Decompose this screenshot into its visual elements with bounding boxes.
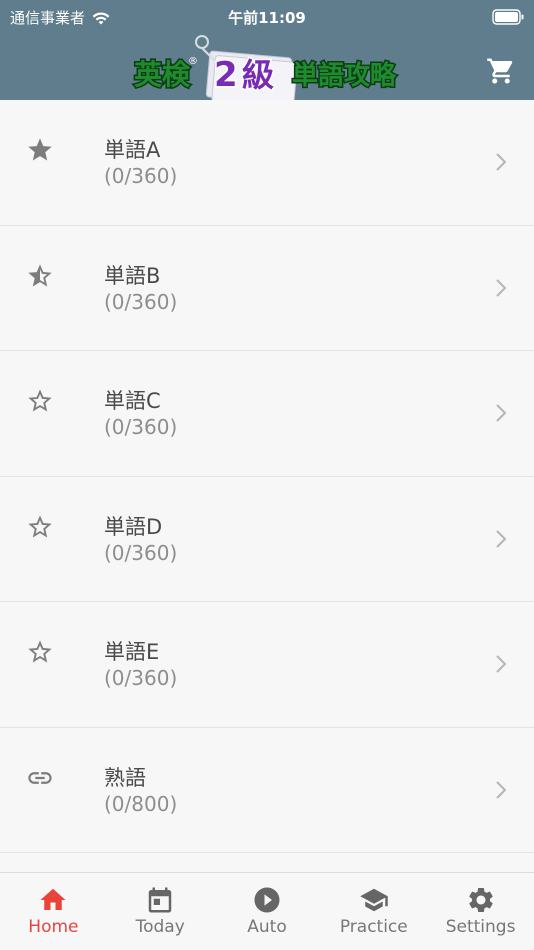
- item-title: 熟語: [104, 765, 146, 790]
- logo-grade-kyu: 級: [242, 56, 274, 94]
- item-progress: (0/360): [104, 164, 178, 188]
- status-bar: 通信事業者 午前11:09: [0, 0, 534, 34]
- chevron-right-icon: [496, 153, 507, 171]
- item-title: 単語A: [104, 138, 161, 162]
- chevron-right-icon: [496, 529, 507, 548]
- item-progress: (0/360): [104, 540, 178, 565]
- list-item[interactable]: 単語D (0/360): [0, 476, 534, 602]
- logo-tango-kouryaku: 単語攻略: [292, 60, 397, 91]
- item-progress: (0/360): [104, 666, 178, 690]
- tab-practice[interactable]: Practice: [320, 873, 427, 950]
- chevron-right-icon: [496, 655, 507, 673]
- graduation-cap-icon: [360, 888, 388, 912]
- link-icon: [28, 771, 52, 784]
- battery-icon: [492, 9, 524, 25]
- tab-label: Settings: [445, 917, 516, 937]
- app-logo: 英検 ® 2 級 単語攻略: [130, 34, 410, 109]
- star-half-icon: [28, 263, 52, 286]
- tab-auto[interactable]: Auto: [214, 873, 321, 950]
- item-progress: (0/360): [104, 415, 178, 439]
- app-header: 通信事業者 午前11:09 英検 ® 2 級 単語攻略: [0, 0, 534, 110]
- logo-registered: ®: [188, 56, 198, 67]
- tab-label: Practice: [339, 917, 408, 937]
- chevron-right-icon: [496, 780, 507, 799]
- item-progress: (0/360): [104, 289, 178, 314]
- list-item[interactable]: 単語A (0/360): [0, 100, 534, 226]
- tab-label: Auto: [247, 917, 287, 937]
- status-time: 午前11:09: [228, 9, 306, 27]
- item-title: 単語B: [104, 263, 161, 288]
- item-title: 単語D: [104, 514, 163, 539]
- logo-grade-number: 2: [214, 55, 238, 95]
- logo-graphic: 英検 ® 2 級 単語攻略: [133, 35, 399, 109]
- word-set-list: 単語A (0/360) 単語B (0/360) 単語C (0/360) 単語D …: [0, 100, 534, 853]
- item-progress: (0/800): [104, 791, 178, 816]
- chevron-right-icon: [496, 404, 507, 422]
- tab-label: Home: [28, 917, 79, 937]
- star-outline-icon: [28, 514, 52, 537]
- logo-eiken: 英検: [134, 58, 191, 91]
- cart-icon[interactable]: [486, 56, 516, 86]
- play-circle-icon: [254, 887, 280, 913]
- chevron-right-icon: [496, 278, 507, 297]
- gear-icon: [468, 888, 493, 912]
- tab-settings[interactable]: Settings: [427, 873, 534, 950]
- item-title: 単語C: [104, 389, 161, 413]
- calendar-icon: [148, 887, 172, 913]
- star-outline-icon: [28, 389, 52, 412]
- bottom-tab-bar: Home Today Auto Practice Settings: [0, 872, 534, 950]
- tab-home[interactable]: Home: [0, 873, 107, 950]
- list-item[interactable]: 単語C (0/360): [0, 351, 534, 477]
- tab-today[interactable]: Today: [107, 873, 214, 950]
- tab-label: Today: [135, 917, 185, 937]
- list-item[interactable]: 単語B (0/360): [0, 225, 534, 351]
- home-icon: [40, 888, 66, 910]
- item-title: 単語E: [104, 640, 160, 664]
- list-item[interactable]: 熟語 (0/800): [0, 727, 534, 853]
- star-filled-icon: [28, 138, 52, 161]
- list-item[interactable]: 単語E (0/360): [0, 602, 534, 728]
- star-outline-icon: [28, 640, 52, 663]
